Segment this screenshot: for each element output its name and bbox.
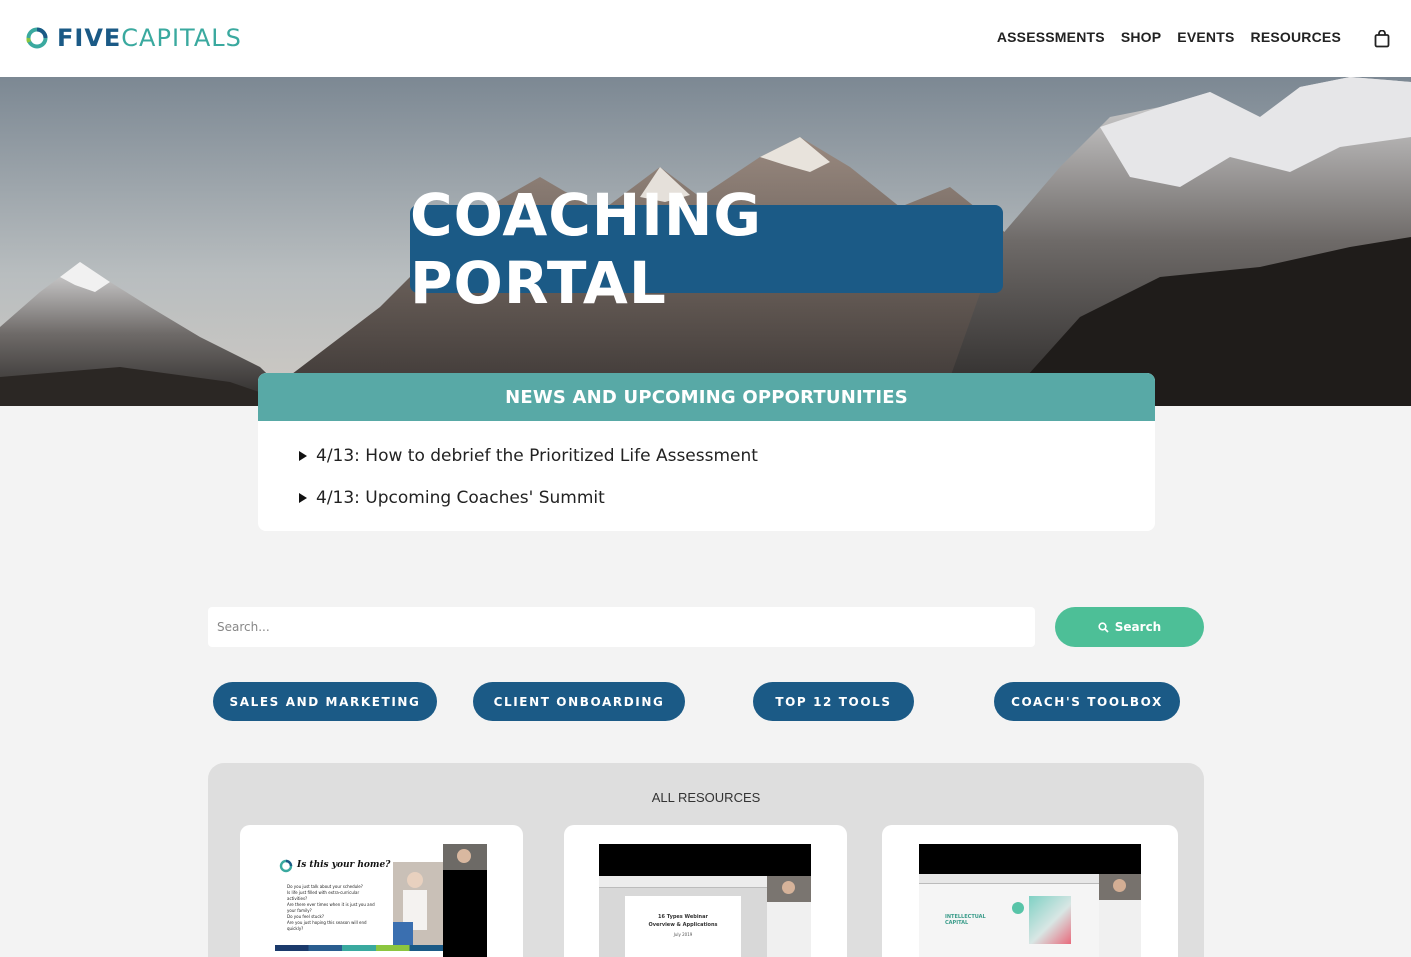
logo-mark-icon: [279, 859, 293, 873]
search-button[interactable]: Search: [1055, 607, 1204, 647]
resource-card[interactable]: Is this your home? Do you just talk abou…: [240, 825, 523, 957]
slide-subtitle: Overview & Applications: [648, 922, 718, 928]
slide-color-bar: [275, 945, 443, 951]
news-header: NEWS AND UPCOMING OPPORTUNITIES: [258, 373, 1155, 421]
logo-mark-icon: [26, 27, 48, 49]
search-icon: [1098, 621, 1109, 633]
nav-shop[interactable]: SHOP: [1121, 29, 1161, 45]
slide: Is this your home? Do you just talk abou…: [275, 844, 443, 957]
slide-photo: [393, 862, 443, 946]
slide-title: 16 Types Webinar: [658, 914, 708, 920]
disclosure-triangle-icon: [299, 451, 307, 461]
page-title: COACHING PORTAL: [410, 181, 763, 317]
all-resources-panel: ALL RESOURCES Is this your home? Do you …: [208, 763, 1204, 957]
slide-graphic: [1029, 896, 1071, 944]
search-input[interactable]: [208, 607, 1035, 647]
nav-events[interactable]: EVENTS: [1177, 29, 1234, 45]
resource-card[interactable]: 16 Types Webinar Overview & Applications…: [564, 825, 847, 957]
resource-thumbnail: 16 Types Webinar Overview & Applications…: [599, 844, 811, 957]
nav-assessments[interactable]: ASSESSMENTS: [997, 29, 1105, 45]
news-item-label: 4/13: Upcoming Coaches' Summit: [316, 488, 605, 508]
slide-heading: INTELLECTUAL CAPITAL: [945, 914, 986, 926]
slide-bullets: Do you just talk about your schedule? Is…: [287, 884, 375, 932]
news-item-summit[interactable]: 4/13: Upcoming Coaches' Summit: [299, 477, 1155, 519]
slide-heading: Is this your home?: [297, 860, 391, 870]
disclosure-triangle-icon: [299, 493, 307, 503]
slide: 16 Types Webinar Overview & Applications…: [625, 896, 741, 957]
resource-thumbnail: INTELLECTUAL CAPITAL: [919, 844, 1141, 957]
resource-thumbnail: Is this your home? Do you just talk abou…: [275, 844, 487, 957]
nav-resources[interactable]: RESOURCES: [1251, 29, 1341, 45]
webcam-video: [767, 876, 811, 902]
main-nav: ASSESSMENTS SHOP EVENTS RESOURCES: [997, 29, 1341, 45]
resource-card[interactable]: INTELLECTUAL CAPITAL: [882, 825, 1178, 957]
category-top-12-tools[interactable]: TOP 12 TOOLS: [753, 682, 914, 721]
news-item-debrief[interactable]: 4/13: How to debrief the Prioritized Lif…: [299, 435, 1155, 477]
logo[interactable]: FIVE CAPITALS: [25, 24, 242, 52]
search-button-label: Search: [1114, 620, 1162, 634]
shopping-bag-icon[interactable]: [1374, 30, 1390, 48]
news-title: NEWS AND UPCOMING OPPORTUNITIES: [505, 386, 908, 408]
hero-banner: COACHING PORTAL: [0, 77, 1411, 406]
resources-title: ALL RESOURCES: [651, 790, 761, 805]
slide-bullet: Are you just hoping this season will end…: [287, 920, 367, 931]
webcam-video: [443, 844, 487, 870]
news-card: NEWS AND UPCOMING OPPORTUNITIES 4/13: Ho…: [258, 373, 1155, 531]
screen-share: INTELLECTUAL CAPITAL: [919, 874, 1099, 957]
side-panel: [1099, 900, 1141, 957]
side-panel: [767, 902, 811, 957]
category-coachs-toolbox[interactable]: COACH'S TOOLBOX: [994, 682, 1180, 721]
slide-bullet: Are there ever times when it is just you…: [287, 902, 375, 913]
slide-bullet: Is life just filled with extra-curricula…: [287, 890, 360, 901]
logo-text-capitals: CAPITALS: [121, 24, 242, 52]
slide-date: July 2019: [673, 932, 693, 937]
category-sales-and-marketing[interactable]: SALES AND MARKETING: [213, 682, 437, 721]
news-list: 4/13: How to debrief the Prioritized Lif…: [258, 421, 1155, 519]
screen-share: 16 Types Webinar Overview & Applications…: [599, 876, 767, 957]
news-item-label: 4/13: How to debrief the Prioritized Lif…: [316, 446, 758, 466]
site-header: FIVE CAPITALS ASSESSMENTS SHOP EVENTS RES…: [0, 0, 1411, 77]
category-client-onboarding[interactable]: CLIENT ONBOARDING: [473, 682, 685, 721]
logo-text-five: FIVE: [57, 24, 122, 52]
hero-title-box: COACHING PORTAL: [410, 181, 1003, 317]
webcam-video: [1099, 874, 1141, 900]
